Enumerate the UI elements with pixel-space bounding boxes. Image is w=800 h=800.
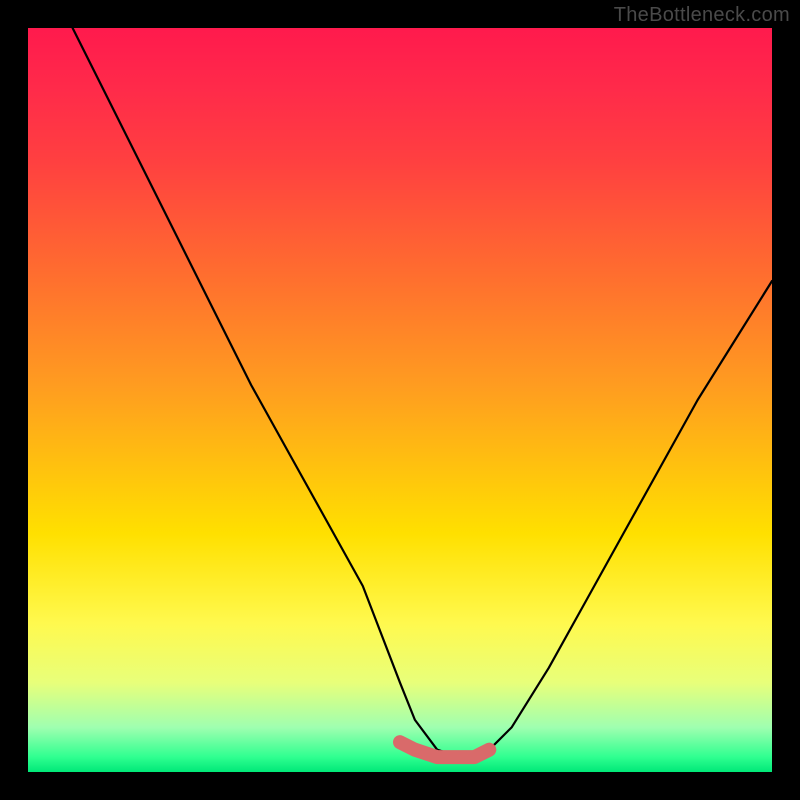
chart-svg — [28, 28, 772, 772]
watermark-text: TheBottleneck.com — [614, 4, 790, 27]
valley-highlight-path — [400, 742, 489, 757]
black-curve-path — [73, 28, 772, 757]
plot-area — [28, 28, 772, 772]
chart-frame: TheBottleneck.com — [0, 0, 800, 800]
